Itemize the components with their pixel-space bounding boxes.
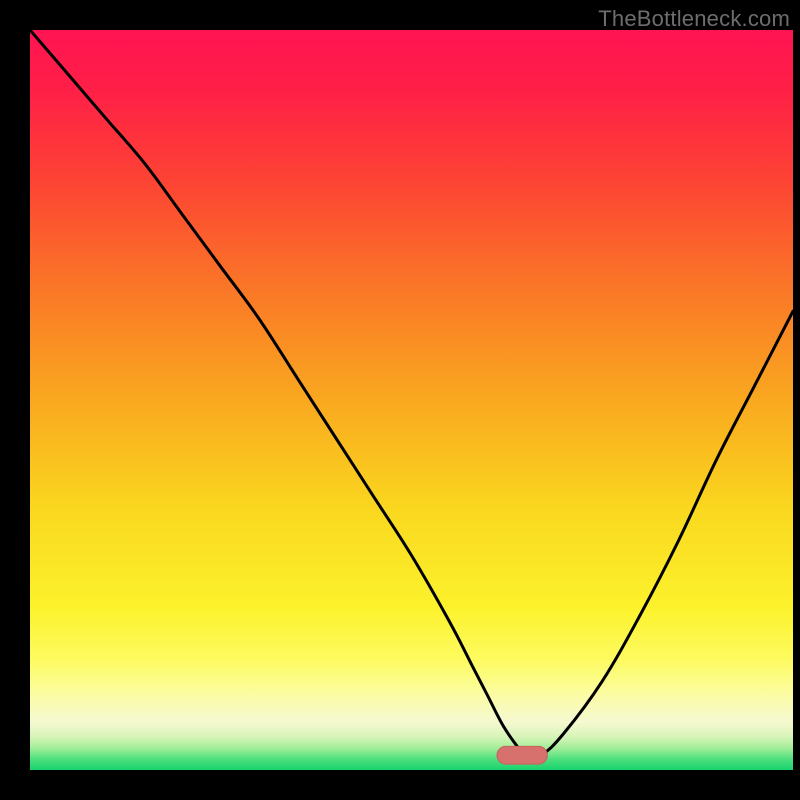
optimal-marker bbox=[497, 746, 547, 764]
chart-frame: TheBottleneck.com bbox=[0, 0, 800, 800]
bottleneck-chart bbox=[30, 30, 793, 770]
gradient-background bbox=[30, 30, 793, 770]
plot-area bbox=[30, 30, 793, 770]
watermark: TheBottleneck.com bbox=[598, 6, 790, 32]
